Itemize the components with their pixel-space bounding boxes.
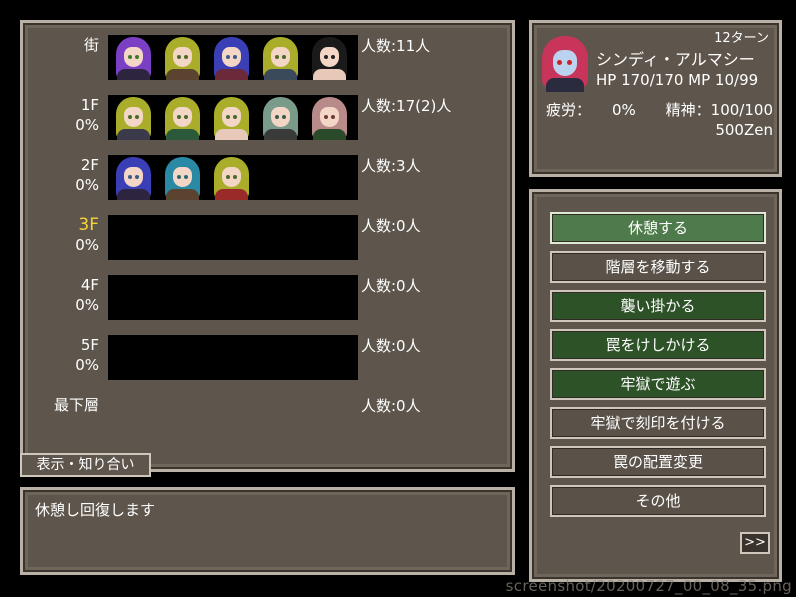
occupant-portrait[interactable] [208, 95, 255, 140]
floor-label: 1F [80, 96, 99, 114]
message-panel: 休憩し回復します [20, 487, 515, 575]
hp-mp-readout: HP 170/170 MP 10/99 [596, 71, 759, 89]
floor-row[interactable]: 4F 0% 人数:0人 [22, 275, 515, 323]
floor-row[interactable]: 3F 0% 人数:0人 [22, 215, 515, 263]
floor-row[interactable]: 5F 0% 人数:0人 [22, 335, 515, 383]
occupant-portrait[interactable] [159, 35, 206, 80]
status-panel: 12ターン シンディ・アルマシー HP 170/170 MP 10/99 疲労：… [529, 20, 782, 177]
character-name: シンディ・アルマシー [596, 50, 755, 69]
occupant-portrait[interactable] [257, 95, 304, 140]
screenshot-watermark: screenshot/20200727_00_08_35.png [505, 577, 792, 595]
occupant-portrait[interactable] [110, 35, 157, 80]
floor-label: 5F [80, 336, 99, 354]
occupant-portrait[interactable] [208, 155, 255, 200]
character-portrait [538, 34, 592, 92]
floor-row[interactable]: 1F 0% 人数:17(2)人 [22, 95, 515, 143]
floor-occupant-count: 人数:11人 [361, 37, 431, 55]
menu-command-button[interactable]: 罠をけしかける [550, 329, 766, 361]
occupant-portrait[interactable] [159, 95, 206, 140]
floor-percent: 0% [75, 176, 99, 194]
floor-percent: 0% [75, 356, 99, 374]
fatigue-label: 疲労： [546, 101, 592, 119]
floor-occupant-count: 人数:0人 [361, 337, 421, 355]
occupant-portrait[interactable] [306, 35, 353, 80]
floor-row[interactable]: 2F 0% 人数:3人 [22, 155, 515, 203]
display-acquaintances-button[interactable]: 表示・知り合い [20, 453, 151, 477]
occupant-portrait[interactable] [159, 155, 206, 200]
menu-command-button[interactable]: 階層を移動する [550, 251, 766, 283]
floor-occupant-strip [108, 335, 358, 380]
money-readout: 500Zen [715, 121, 773, 139]
menu-command-button[interactable]: 牢獄で遊ぶ [550, 368, 766, 400]
spirit-readout: 精神：100/100 [665, 101, 773, 119]
floor-row[interactable]: 最下層 人数:0人 [22, 395, 515, 443]
floor-label: 街 [83, 36, 99, 54]
occupant-portrait[interactable] [257, 35, 304, 80]
floor-occupant-count: 人数:3人 [361, 157, 421, 175]
floor-label: 最下層 [53, 396, 99, 414]
floor-label: 4F [80, 276, 99, 294]
floor-occupant-count: 人数:17(2)人 [361, 97, 452, 115]
floor-occupant-strip [108, 95, 358, 140]
occupant-portrait[interactable] [208, 35, 255, 80]
fatigue-value: 0% [612, 101, 636, 119]
floor-label: 2F [80, 156, 99, 174]
floor-occupant-strip [108, 215, 358, 260]
menu-command-button[interactable]: 牢獄で刻印を付ける [550, 407, 766, 439]
floor-percent: 0% [75, 116, 99, 134]
occupant-portrait[interactable] [110, 155, 157, 200]
floor-percent: 0% [75, 296, 99, 314]
floor-occupant-count: 人数:0人 [361, 277, 421, 295]
command-menu-panel: 休憩する階層を移動する 襲い掛かる罠をけしかける 牢獄で遊ぶ牢獄で刻印を付ける 罠の配… [529, 189, 782, 582]
floor-row[interactable]: 街 人数:11人 [22, 35, 515, 83]
floor-occupant-strip [108, 155, 358, 200]
next-page-button[interactable]: >> [740, 532, 770, 554]
message-text: 休憩し回復します [35, 501, 156, 519]
floor-label: 3F [78, 215, 99, 235]
menu-command-button[interactable]: その他 [550, 485, 766, 517]
occupant-portrait[interactable] [110, 95, 157, 140]
floor-occupant-count: 人数:0人 [361, 217, 421, 235]
floor-occupant-count: 人数:0人 [361, 397, 421, 415]
menu-command-button[interactable]: 襲い掛かる [550, 290, 766, 322]
floor-occupant-strip [108, 395, 358, 440]
occupant-portrait[interactable] [306, 95, 353, 140]
turn-counter: 12ターン [714, 31, 769, 46]
menu-command-button[interactable]: 休憩する [550, 212, 766, 244]
floor-occupant-strip [108, 35, 358, 80]
menu-command-button[interactable]: 罠の配置変更 [550, 446, 766, 478]
floor-percent: 0% [75, 236, 99, 254]
floor-occupant-strip [108, 275, 358, 320]
